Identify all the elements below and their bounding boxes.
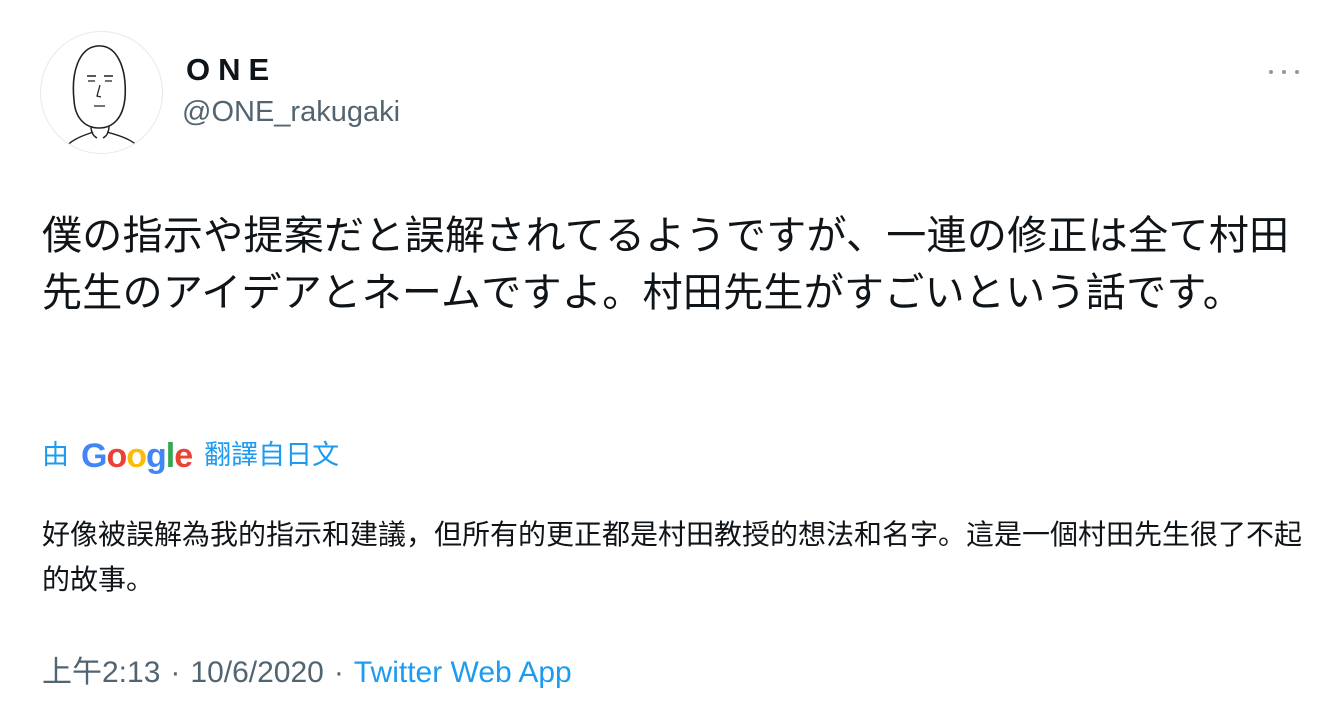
- translation-attribution[interactable]: 由 G o o g l e 翻譯自日文: [42, 436, 339, 476]
- google-logo-letter: G: [81, 437, 107, 475]
- google-logo-letter: o: [106, 437, 127, 475]
- tweet-metadata: 上午2:13 · 10/6/2020 · Twitter Web App: [42, 653, 572, 693]
- google-logo-letter: g: [146, 437, 167, 475]
- more-dots-icon: [1282, 70, 1286, 74]
- translation-prefix: 由: [42, 440, 69, 471]
- more-dots-icon: [1269, 70, 1273, 74]
- display-name[interactable]: ONE: [186, 52, 277, 88]
- tweet-text: 僕の指示や提案だと誤解されてるようですが、一連の修正は全て村田先生のアイデアとネ…: [42, 213, 1290, 316]
- google-logo: G o o g l e: [81, 436, 193, 476]
- translated-text: 好像被誤解為我的指示和建議，但所有的更正都是村田教授的想法和名字。這是一個村田先…: [42, 518, 1303, 596]
- google-logo-letter: o: [126, 437, 147, 475]
- google-logo-letter: e: [174, 437, 193, 475]
- tweet-card: ONE @ONE_rakugaki 僕の指示や提案だと誤解されてるようですが、一…: [0, 0, 1343, 724]
- tweet-source-link[interactable]: Twitter Web App: [354, 653, 572, 693]
- tweet-date[interactable]: 10/6/2020: [190, 653, 323, 693]
- user-handle[interactable]: @ONE_rakugaki: [182, 95, 400, 129]
- meta-separator: ·: [333, 656, 344, 689]
- more-dots-icon: [1295, 70, 1299, 74]
- meta-separator: ·: [170, 656, 181, 689]
- more-options-button[interactable]: [1269, 60, 1299, 84]
- google-logo-letter: l: [165, 437, 176, 475]
- tweet-time[interactable]: 上午2:13: [42, 653, 160, 693]
- avatar[interactable]: [40, 31, 163, 154]
- translation-source-language: 翻譯自日文: [204, 440, 340, 471]
- sketch-face-avatar-icon: [62, 45, 142, 151]
